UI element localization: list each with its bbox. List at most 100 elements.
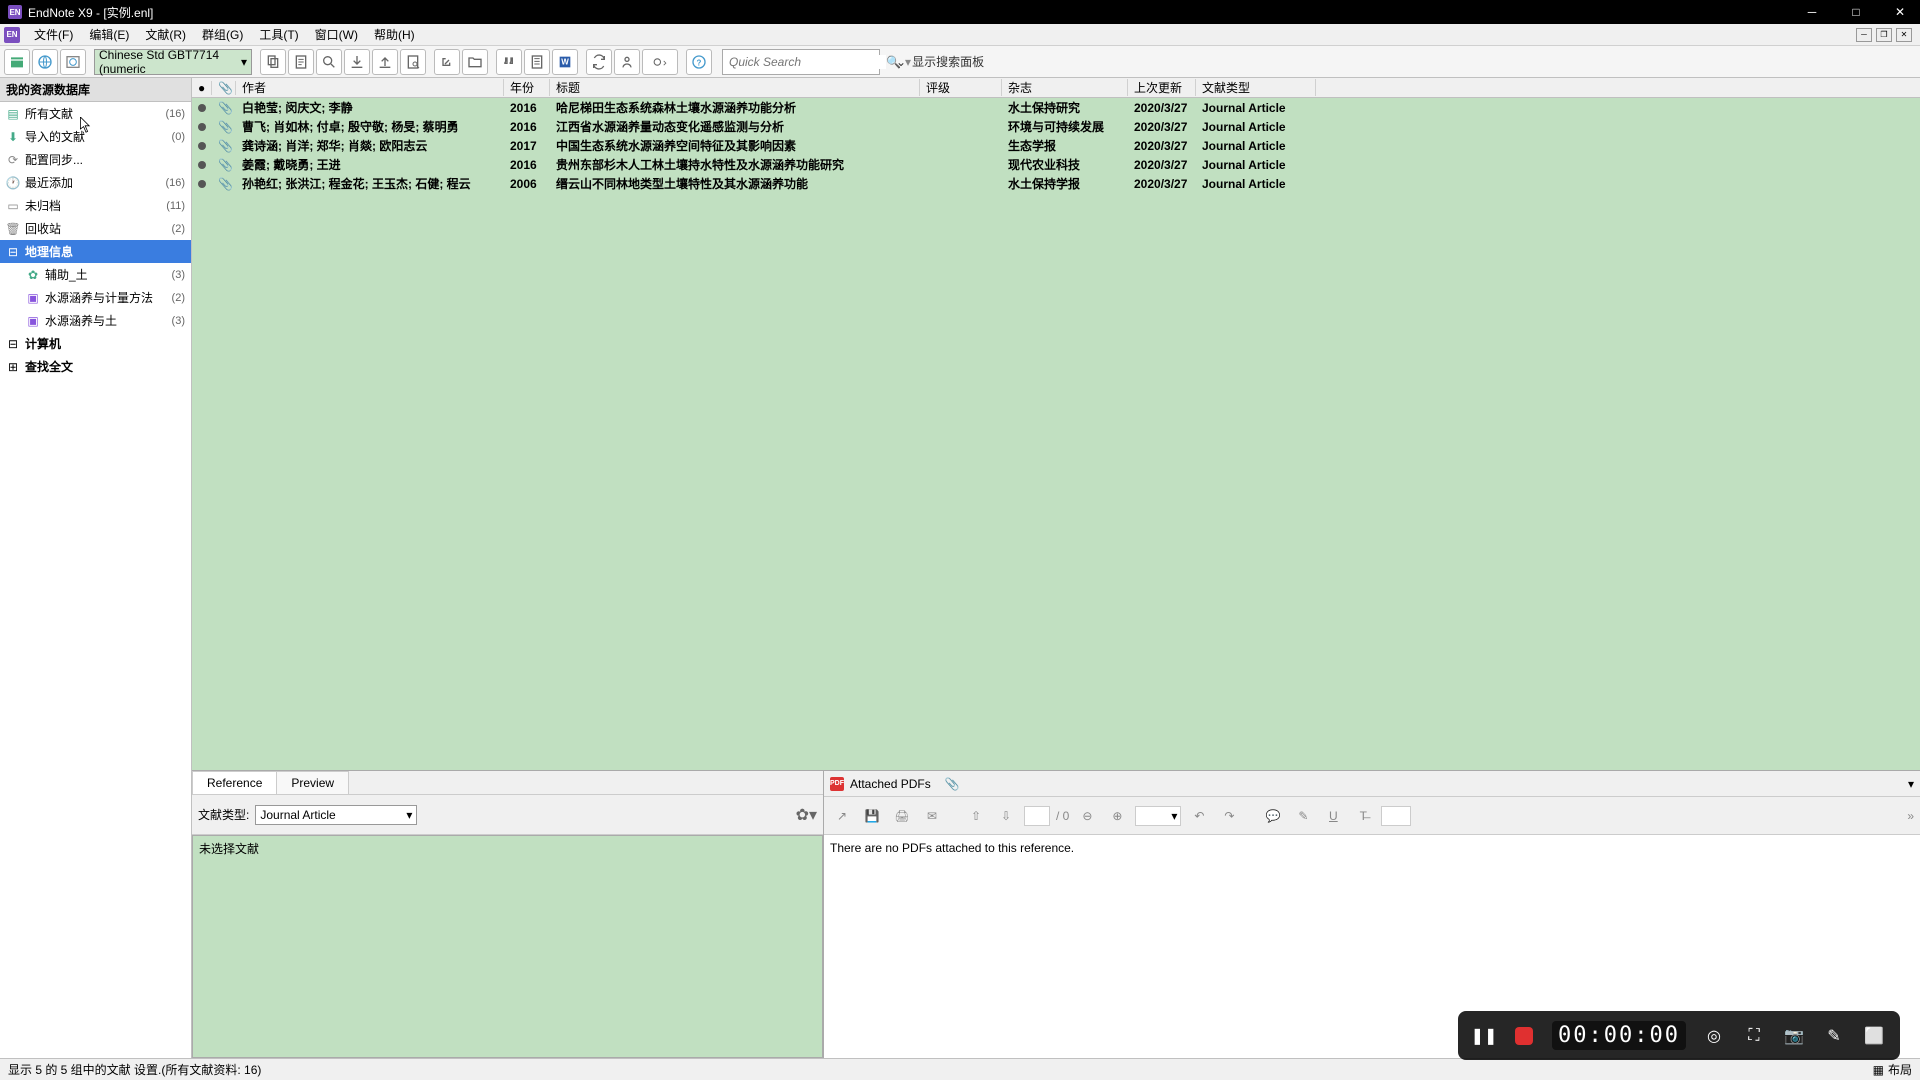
menu-help[interactable]: 帮助(H) xyxy=(366,24,423,45)
col-read[interactable]: ● xyxy=(192,81,212,95)
pdf-zoom-out[interactable]: ⊖ xyxy=(1075,804,1099,828)
import-button[interactable] xyxy=(344,49,370,75)
recorder-pause-button[interactable]: ❚❚ xyxy=(1472,1024,1496,1048)
col-updated[interactable]: 上次更新 xyxy=(1128,79,1196,96)
sidebar-computer[interactable]: ⊟ 计算机 xyxy=(0,332,191,355)
menu-references[interactable]: 文献(R) xyxy=(137,24,194,45)
close-button[interactable]: ✕ xyxy=(1888,0,1912,24)
open-folder-button[interactable] xyxy=(462,49,488,75)
mdi-minimize[interactable]: ─ xyxy=(1856,28,1872,42)
minimize-button[interactable]: ─ xyxy=(1800,0,1824,24)
pdf-note-button[interactable]: 💬 xyxy=(1261,804,1285,828)
find-fulltext-button[interactable] xyxy=(400,49,426,75)
table-row[interactable]: 📎曹飞; 肖如林; 付卓; 殷守敬; 杨旻; 蔡明勇2016江西省水源涵养量动态… xyxy=(192,117,1920,136)
pdf-rotate-left[interactable]: ↶ xyxy=(1187,804,1211,828)
pdf-zoom-select[interactable]: ▾ xyxy=(1135,806,1181,826)
ref-options-button[interactable]: ✿▾ xyxy=(796,805,817,825)
col-rating[interactable]: 评级 xyxy=(920,79,1002,96)
sync-button[interactable] xyxy=(586,49,612,75)
sidebar-group-3[interactable]: ▣ 水源涵养与土 (3) xyxy=(0,309,191,332)
pdf-panel-menu[interactable]: ▾ xyxy=(1908,777,1914,791)
sidebar-group-geo[interactable]: ⊟ 地理信息 xyxy=(0,240,191,263)
table-row[interactable]: 📎孙艳红; 张洪江; 程金花; 王玉杰; 石健; 程云2006缙云山不同林地类型… xyxy=(192,174,1920,193)
col-type[interactable]: 文献类型 xyxy=(1196,79,1316,96)
col-title[interactable]: 标题 xyxy=(550,79,920,96)
maximize-button[interactable]: □ xyxy=(1844,0,1868,24)
table-row[interactable]: 📎龚诗涵; 肖洋; 郑华; 肖燚; 欧阳志云2017中国生态系统水源涵养空间特征… xyxy=(192,136,1920,155)
minus-icon[interactable]: ⊟ xyxy=(6,337,20,351)
layout-button[interactable]: 布局 xyxy=(1888,1061,1912,1078)
sidebar-all-references[interactable]: ▤ 所有文献 (16) xyxy=(0,102,191,125)
output-style-select[interactable]: Chinese Std GBT7714 (numeric▾ xyxy=(94,49,252,75)
attachment-icon[interactable]: 📎 xyxy=(945,777,960,791)
minus-icon[interactable]: ⊟ xyxy=(6,245,20,259)
col-attachment[interactable]: 📎 xyxy=(212,81,236,95)
pdf-prev-page[interactable]: ⇧ xyxy=(964,804,988,828)
menu-tools[interactable]: 工具(T) xyxy=(251,24,306,45)
recorder-screenshot-button[interactable]: 📷 xyxy=(1782,1024,1806,1048)
tab-reference[interactable]: Reference xyxy=(192,771,277,794)
online-mode-button[interactable] xyxy=(32,49,58,75)
recorder-fullscreen-button[interactable]: ⛶ xyxy=(1742,1024,1766,1048)
insert-citation-button[interactable] xyxy=(496,49,522,75)
layout-icon[interactable]: ▦ xyxy=(1873,1063,1884,1077)
menu-window[interactable]: 窗口(W) xyxy=(307,24,366,45)
ref-type-select[interactable]: Journal Article▾ xyxy=(255,805,417,825)
pdf-toolbar-expand[interactable]: » xyxy=(1907,809,1914,823)
open-link-button[interactable] xyxy=(434,49,460,75)
integrated-mode-button[interactable] xyxy=(60,49,86,75)
pdf-search-input[interactable] xyxy=(1381,806,1411,826)
recorder-record-button[interactable] xyxy=(1512,1024,1536,1048)
menu-edit[interactable]: 编辑(E) xyxy=(81,24,137,45)
toolbar: Chinese Std GBT7714 (numeric▾ W ? 🔍 ▾ ⌄ … xyxy=(0,46,1920,78)
help-button[interactable]: ? xyxy=(686,49,712,75)
export-button[interactable] xyxy=(372,49,398,75)
screen-recorder-overlay[interactable]: ❚❚ 00:00:00 ◎ ⛶ 📷 ✎ ⬜ xyxy=(1458,1011,1900,1060)
format-bibliography-button[interactable] xyxy=(524,49,550,75)
pdf-save-button[interactable]: 💾 xyxy=(860,804,884,828)
table-row[interactable]: 📎姜霞; 戴晓勇; 王进2016贵州东部杉木人工林土壤持水特性及水源涵养功能研究… xyxy=(192,155,1920,174)
show-search-panel[interactable]: ⌄ 显示搜索面板 xyxy=(896,53,984,70)
online-search-button[interactable] xyxy=(316,49,342,75)
sidebar-smart-group-1[interactable]: ✿ 辅助_土 (3) xyxy=(0,263,191,286)
sidebar-recently-added[interactable]: 🕐 最近添加 (16) xyxy=(0,171,191,194)
new-reference-button[interactable] xyxy=(288,49,314,75)
col-author[interactable]: 作者 xyxy=(236,79,504,96)
copy-button[interactable] xyxy=(260,49,286,75)
sidebar-unfiled[interactable]: ▭ 未归档 (11) xyxy=(0,194,191,217)
pdf-email-button[interactable]: ✉ xyxy=(920,804,944,828)
recorder-target-button[interactable]: ◎ xyxy=(1702,1024,1726,1048)
endnote-online-button[interactable] xyxy=(642,49,678,75)
grid-body[interactable]: 📎白艳莹; 闵庆文; 李静2016哈尼梯田生态系统森林土壤水源涵养功能分析水土保… xyxy=(192,98,1920,770)
share-button[interactable] xyxy=(614,49,640,75)
pdf-highlight-button[interactable]: ✎ xyxy=(1291,804,1315,828)
sidebar-imported[interactable]: ⬇ 导入的文献 (0) xyxy=(0,125,191,148)
col-year[interactable]: 年份 xyxy=(504,79,550,96)
table-row[interactable]: 📎白艳莹; 闵庆文; 李静2016哈尼梯田生态系统森林土壤水源涵养功能分析水土保… xyxy=(192,98,1920,117)
pdf-open-button[interactable]: ↗ xyxy=(830,804,854,828)
quick-search[interactable]: 🔍 ▾ xyxy=(722,49,880,75)
pdf-strikeout-button[interactable]: T̶ xyxy=(1351,804,1375,828)
pdf-print-button[interactable]: 🖨 xyxy=(890,804,914,828)
pdf-next-page[interactable]: ⇩ xyxy=(994,804,1018,828)
local-library-button[interactable] xyxy=(4,49,30,75)
quick-search-input[interactable] xyxy=(729,55,886,69)
plus-icon[interactable]: ⊞ xyxy=(6,360,20,374)
sidebar-trash[interactable]: 🗑 回收站 (2) xyxy=(0,217,191,240)
menu-groups[interactable]: 群组(G) xyxy=(194,24,251,45)
tab-preview[interactable]: Preview xyxy=(276,771,349,794)
go-to-word-button[interactable]: W xyxy=(552,49,578,75)
pdf-rotate-right[interactable]: ↷ xyxy=(1217,804,1241,828)
pdf-zoom-in[interactable]: ⊕ xyxy=(1105,804,1129,828)
mdi-restore[interactable]: ❐ xyxy=(1876,28,1892,42)
col-journal[interactable]: 杂志 xyxy=(1002,79,1128,96)
pdf-page-input[interactable] xyxy=(1024,806,1050,826)
pdf-underline-button[interactable]: U xyxy=(1321,804,1345,828)
menu-file[interactable]: 文件(F) xyxy=(26,24,81,45)
recorder-expand-button[interactable]: ⬜ xyxy=(1862,1024,1886,1048)
sidebar-find-fulltext[interactable]: ⊞ 查找全文 xyxy=(0,355,191,378)
sidebar-group-2[interactable]: ▣ 水源涵养与计量方法 (2) xyxy=(0,286,191,309)
recorder-draw-button[interactable]: ✎ xyxy=(1822,1024,1846,1048)
mdi-close[interactable]: ✕ xyxy=(1896,28,1912,42)
sidebar-configure-sync[interactable]: ⟳ 配置同步... xyxy=(0,148,191,171)
